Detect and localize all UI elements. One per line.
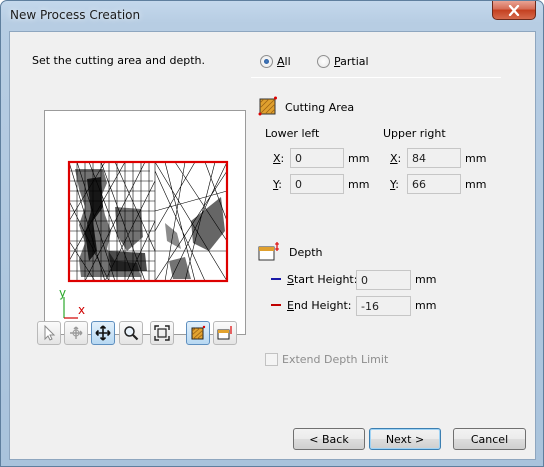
lower-left-x-label: X: <box>273 152 285 165</box>
upper-right-x-field[interactable]: 84 <box>407 148 461 168</box>
cancel-button[interactable]: Cancel <box>453 428 526 450</box>
end-height-label: End Height: <box>287 299 352 312</box>
separator <box>251 77 501 78</box>
lower-left-x-unit: mm <box>348 152 370 165</box>
next-button[interactable]: Next > <box>369 428 441 450</box>
depth-tool-icon <box>217 326 232 340</box>
upper-right-y-field[interactable]: 66 <box>407 174 461 194</box>
start-height-line-icon <box>271 278 281 280</box>
fit-view-icon <box>154 325 170 341</box>
lower-left-y-label: Y: <box>273 178 282 191</box>
radio-partial-text: artial <box>340 55 369 68</box>
toolpath-preview: y x <box>59 160 229 319</box>
move-icon <box>95 325 111 341</box>
lower-left-y-field[interactable]: 0 <box>290 174 344 194</box>
end-height-line-icon <box>271 304 281 306</box>
dialog-window: New Process Creation Set the cutting are… <box>0 0 544 467</box>
upper-right-label: Upper right <box>383 127 446 140</box>
close-button[interactable] <box>492 1 536 20</box>
lower-left-y-unit: mm <box>348 178 370 191</box>
end-height-field[interactable]: -16 <box>356 296 411 316</box>
extend-depth-label: Extend Depth Limit <box>282 353 389 366</box>
end-height-unit: mm <box>415 299 437 312</box>
pan-rotate-tool-button[interactable] <box>64 321 88 345</box>
depth-tool-button[interactable] <box>213 321 237 345</box>
preview-pane[interactable]: y x <box>44 110 246 335</box>
upper-right-x-unit: mm <box>465 152 487 165</box>
radio-partial-label[interactable]: Partial <box>334 55 369 68</box>
fit-view-tool-button[interactable] <box>150 321 174 345</box>
dialog-body: Set the cutting area and depth. All Part… <box>9 31 536 460</box>
depth-icon <box>258 242 279 261</box>
depth-label: Depth <box>289 246 323 259</box>
cutting-area-label: Cutting Area <box>285 101 355 114</box>
cutting-area-icon <box>258 96 277 116</box>
start-height-field[interactable]: 0 <box>356 270 411 290</box>
axis-indicator <box>63 297 78 319</box>
extend-depth-checkbox[interactable] <box>265 353 278 366</box>
zoom-tool-button[interactable] <box>119 321 143 345</box>
move-tool-button[interactable] <box>91 321 115 345</box>
start-height-label: Start Height: <box>287 273 358 286</box>
close-icon <box>508 4 520 16</box>
upper-right-y-unit: mm <box>465 178 487 191</box>
select-arrow-icon <box>44 325 56 341</box>
radio-all-label[interactable]: All <box>277 55 291 68</box>
lower-left-x-field[interactable]: 0 <box>290 148 344 168</box>
zoom-icon <box>124 326 139 341</box>
radio-all[interactable] <box>260 55 273 68</box>
instructions-text: Set the cutting area and depth. <box>32 54 205 67</box>
cutting-area-tool-icon <box>191 325 206 340</box>
radio-partial[interactable] <box>317 55 330 68</box>
cutting-area-tool-button[interactable] <box>186 321 210 345</box>
upper-right-y-label: Y: <box>390 178 399 191</box>
back-button-label: < Back <box>309 432 349 446</box>
start-height-unit: mm <box>415 273 437 286</box>
lower-left-label: Lower left <box>265 127 320 140</box>
upper-right-x-label: X: <box>390 152 402 165</box>
pan-rotate-icon <box>70 326 83 339</box>
radio-all-text: ll <box>284 55 291 68</box>
window-title: New Process Creation <box>10 8 141 22</box>
cancel-button-label: Cancel <box>470 432 509 446</box>
select-tool-button[interactable] <box>37 321 61 345</box>
axis-y-label: y <box>59 286 66 300</box>
back-button[interactable]: < Back <box>293 428 365 450</box>
axis-x-label: x <box>78 303 85 317</box>
title-bar[interactable]: New Process Creation <box>1 1 543 31</box>
next-button-label: Next > <box>385 432 425 446</box>
